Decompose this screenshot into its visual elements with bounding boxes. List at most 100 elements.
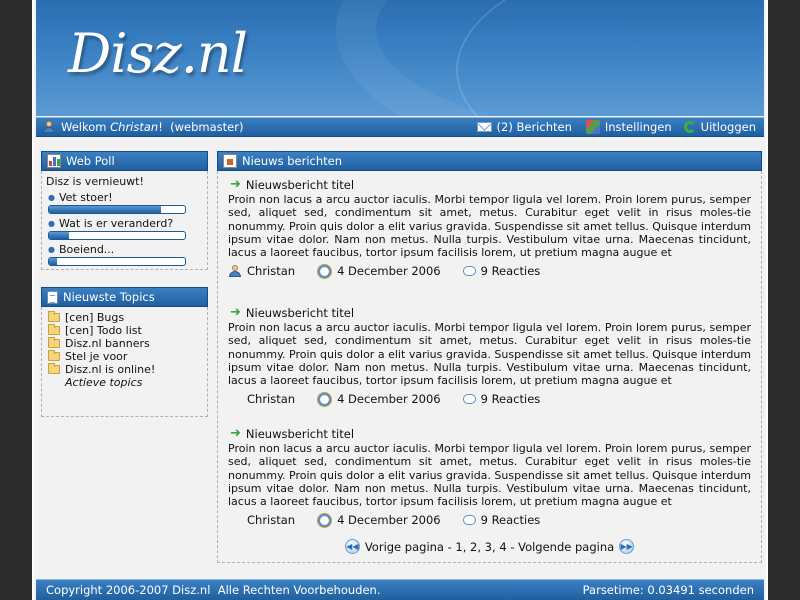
news-item-reactions[interactable]: 9 Reacties — [462, 264, 541, 278]
poll-option[interactable]: ● Vet stoer! — [48, 191, 203, 204]
news-item-header[interactable]: ➜ Nieuwsbericht titel — [230, 305, 751, 320]
poll-result-fill — [49, 232, 70, 239]
news-item-body: Proin non lacus a arcu auctor iaculis. M… — [228, 442, 751, 508]
news-item-meta: Christan 4 December 2006 9 Reacties — [228, 261, 751, 281]
speech-bubble-icon — [462, 266, 476, 276]
author-name: Christan — [247, 513, 296, 527]
folder-icon — [48, 350, 60, 361]
news-title: Nieuws berichten — [242, 154, 342, 168]
topic-item[interactable]: [cen] Bugs — [48, 311, 201, 324]
news-spacer — [228, 409, 751, 426]
folder-icon — [48, 363, 60, 374]
speech-bubble-icon — [462, 515, 476, 525]
folder-icon — [48, 337, 60, 348]
topic-item[interactable]: Disz.nl is online! — [48, 363, 201, 376]
web-poll-header: Web Poll — [41, 151, 208, 171]
news-item-date: 4 December 2006 — [317, 263, 441, 279]
topic-item[interactable]: Stel je voor — [48, 350, 201, 363]
user-role: (webmaster) — [170, 120, 244, 134]
next-page-icon[interactable]: ▶▶ — [619, 539, 635, 554]
clock-icon — [317, 391, 333, 407]
date-text: 4 December 2006 — [337, 392, 441, 406]
topic-label: Disz.nl is online! — [65, 363, 156, 376]
news-item-date: 4 December 2006 — [317, 391, 441, 407]
user-icon — [228, 264, 242, 278]
copyright-text: Copyright 2006-2007 Disz.nl Alle Rechten… — [46, 583, 381, 597]
news-item-author[interactable]: Christan — [228, 392, 295, 406]
news-item: ➜ Nieuwsbericht titel Proin non lacus a ar… — [228, 305, 751, 409]
welcome-prefix: Welkom — [61, 120, 107, 134]
topic-label: [cen] Bugs — [65, 311, 125, 324]
envelope-icon — [476, 122, 492, 132]
news-spacer — [228, 281, 751, 305]
poll-question: Disz is vernieuwt! — [46, 175, 144, 188]
logout-link[interactable]: Uitloggen — [683, 120, 756, 134]
poll-option[interactable]: ● Wat is er veranderd? — [48, 217, 203, 230]
pagination: ◀◀ Vorige pagina - 1, 2, 3, 4 - Volgende… — [228, 539, 751, 554]
author-name: Christan — [247, 264, 296, 278]
folder-icon — [48, 324, 60, 335]
clock-icon — [317, 512, 333, 528]
bullet-icon: ● — [48, 245, 55, 254]
poll-result-bar — [48, 205, 186, 214]
topic-label: [cen] Todo list — [65, 324, 142, 337]
logout-label: Uitloggen — [700, 120, 756, 134]
site-logo[interactable]: Disz.nl — [68, 22, 248, 85]
topics-panel: Nieuwste Topics [cen] Bugs [cen] Todo lis… — [41, 287, 208, 417]
author-name: Christan — [247, 392, 296, 406]
news-item-reactions[interactable]: 9 Reacties — [462, 513, 541, 527]
news-item: ➜ Nieuwsbericht titel Proin non lacus a ar… — [228, 177, 751, 281]
logout-icon — [683, 121, 696, 133]
news-item-author[interactable]: Christan — [228, 264, 295, 278]
news-item-header[interactable]: ➜ Nieuwsbericht titel — [230, 177, 751, 192]
user-icon — [42, 120, 56, 134]
previous-page-icon[interactable]: ◀◀ — [344, 539, 360, 554]
poll-result-bar — [48, 231, 186, 240]
header-decoration — [456, 0, 764, 116]
web-poll-panel: Web Poll Disz is vernieuwt! ● Vet stoer! ●… — [41, 151, 208, 270]
poll-option-label: Wat is er veranderd? — [58, 217, 174, 230]
welcome-username[interactable]: Christan — [110, 120, 158, 134]
reactions-text: 9 Reacties — [480, 264, 541, 278]
site-footer: Copyright 2006-2007 Disz.nl Alle Rechten… — [36, 579, 764, 600]
news-item-author[interactable]: Christan — [228, 513, 295, 527]
topic-item[interactable]: [cen] Todo list — [48, 324, 201, 337]
messages-link[interactable]: (2) Berichten — [476, 120, 572, 134]
poll-result-fill — [49, 206, 161, 213]
reactions-text: 9 Reacties — [480, 513, 541, 527]
active-topics-link[interactable]: Actieve topics — [65, 376, 201, 389]
news-item-header[interactable]: ➜ Nieuwsbericht titel — [230, 426, 751, 441]
topics-body: [cen] Bugs [cen] Todo list Disz.nl banners… — [41, 307, 208, 417]
reactions-text: 9 Reacties — [480, 392, 541, 406]
poll-result-bar — [48, 257, 186, 266]
date-text: 4 December 2006 — [337, 513, 441, 527]
topic-label: Stel je voor — [65, 350, 128, 363]
news-item-reactions[interactable]: 9 Reacties — [462, 392, 541, 406]
news-item-body: Proin non lacus a arcu auctor iaculis. M… — [228, 321, 751, 387]
news-item-title[interactable]: Nieuwsbericht titel — [246, 427, 354, 441]
news-item-title[interactable]: Nieuwsbericht titel — [246, 178, 354, 192]
news-item-title[interactable]: Nieuwsbericht titel — [246, 306, 354, 320]
poll-option-label: Vet stoer! — [58, 191, 113, 204]
news-body: ➜ Nieuwsbericht titel Proin non lacus a ar… — [217, 171, 762, 563]
page-container: Disz.nl Welkom Christan! (webmaster) (2)… — [32, 0, 768, 600]
pagination-text[interactable]: Vorige pagina - 1, 2, 3, 4 - Volgende pa… — [365, 540, 614, 554]
date-text: 4 December 2006 — [337, 264, 441, 278]
topic-label: Disz.nl banners — [65, 337, 150, 350]
document-icon — [47, 290, 58, 304]
bullet-icon: ● — [48, 219, 55, 228]
arrow-right-icon: ➜ — [230, 426, 241, 441]
topics-title: Nieuwste Topics — [63, 290, 155, 304]
user-bar: Welkom Christan! (webmaster) (2) Bericht… — [36, 117, 764, 137]
settings-icon — [585, 120, 600, 134]
news-item-body: Proin non lacus a arcu auctor iaculis. M… — [228, 193, 751, 259]
folder-icon — [48, 311, 60, 322]
topic-item[interactable]: Disz.nl banners — [48, 337, 201, 350]
parsetime-text: Parsetime: 0.03491 seconden — [582, 583, 754, 597]
poll-option-label: Boeiend... — [58, 243, 115, 256]
poll-option[interactable]: ● Boeiend... — [48, 243, 203, 256]
settings-link[interactable]: Instellingen — [585, 120, 672, 134]
web-poll-title: Web Poll — [66, 154, 115, 168]
settings-label: Instellingen — [604, 120, 672, 134]
messages-label: (2) Berichten — [496, 120, 572, 134]
